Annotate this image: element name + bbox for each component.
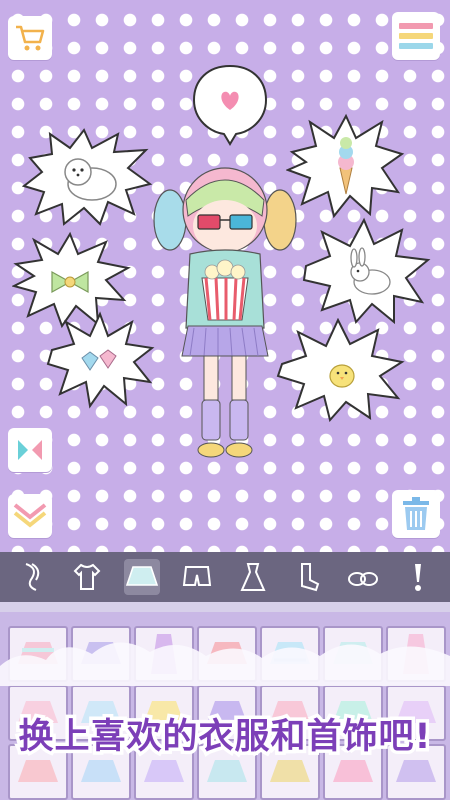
dress-up-stage xyxy=(0,0,450,552)
dress-icon xyxy=(240,563,266,591)
character[interactable] xyxy=(150,160,300,460)
tab-hair[interactable] xyxy=(14,559,50,595)
tab-dress[interactable] xyxy=(235,559,271,595)
flip-button[interactable] xyxy=(8,428,52,472)
shorts-icon xyxy=(183,566,212,586)
tab-shoes[interactable] xyxy=(345,559,381,595)
layer-icon xyxy=(13,503,47,528)
accessory-dog-bubble[interactable] xyxy=(22,128,154,228)
accessory-gems-bubble[interactable] xyxy=(46,310,156,410)
accessory-icon xyxy=(415,564,422,591)
menu-button[interactable] xyxy=(392,12,440,60)
tab-accessory[interactable] xyxy=(400,559,436,595)
layer-button[interactable] xyxy=(8,494,52,538)
tab-top[interactable] xyxy=(69,559,105,595)
tab-shorts[interactable] xyxy=(179,559,215,595)
trash-icon xyxy=(403,497,429,530)
accessory-ice-cream-bubble[interactable] xyxy=(286,112,406,220)
toolbar-divider xyxy=(0,602,450,612)
promo-banner-text: 换上喜欢的衣服和首饰吧! xyxy=(15,714,434,761)
category-toolbar xyxy=(0,552,450,602)
skirt-icon xyxy=(126,566,159,586)
cloud-decoration xyxy=(0,642,450,686)
hair-icon xyxy=(25,563,39,591)
tab-skirt[interactable] xyxy=(124,559,161,595)
tab-socks[interactable] xyxy=(290,559,326,595)
heart-bubble xyxy=(192,64,268,146)
socks-icon xyxy=(300,563,320,592)
shop-button[interactable] xyxy=(8,16,52,60)
shirt-icon xyxy=(73,563,101,590)
shoes-icon xyxy=(348,572,379,586)
menu-icon xyxy=(399,23,433,49)
flip-icon xyxy=(18,440,42,460)
cart-icon xyxy=(16,25,45,51)
trash-button[interactable] xyxy=(392,490,440,538)
chick-icon xyxy=(329,364,355,388)
accessory-bunny-bubble[interactable] xyxy=(302,216,432,326)
